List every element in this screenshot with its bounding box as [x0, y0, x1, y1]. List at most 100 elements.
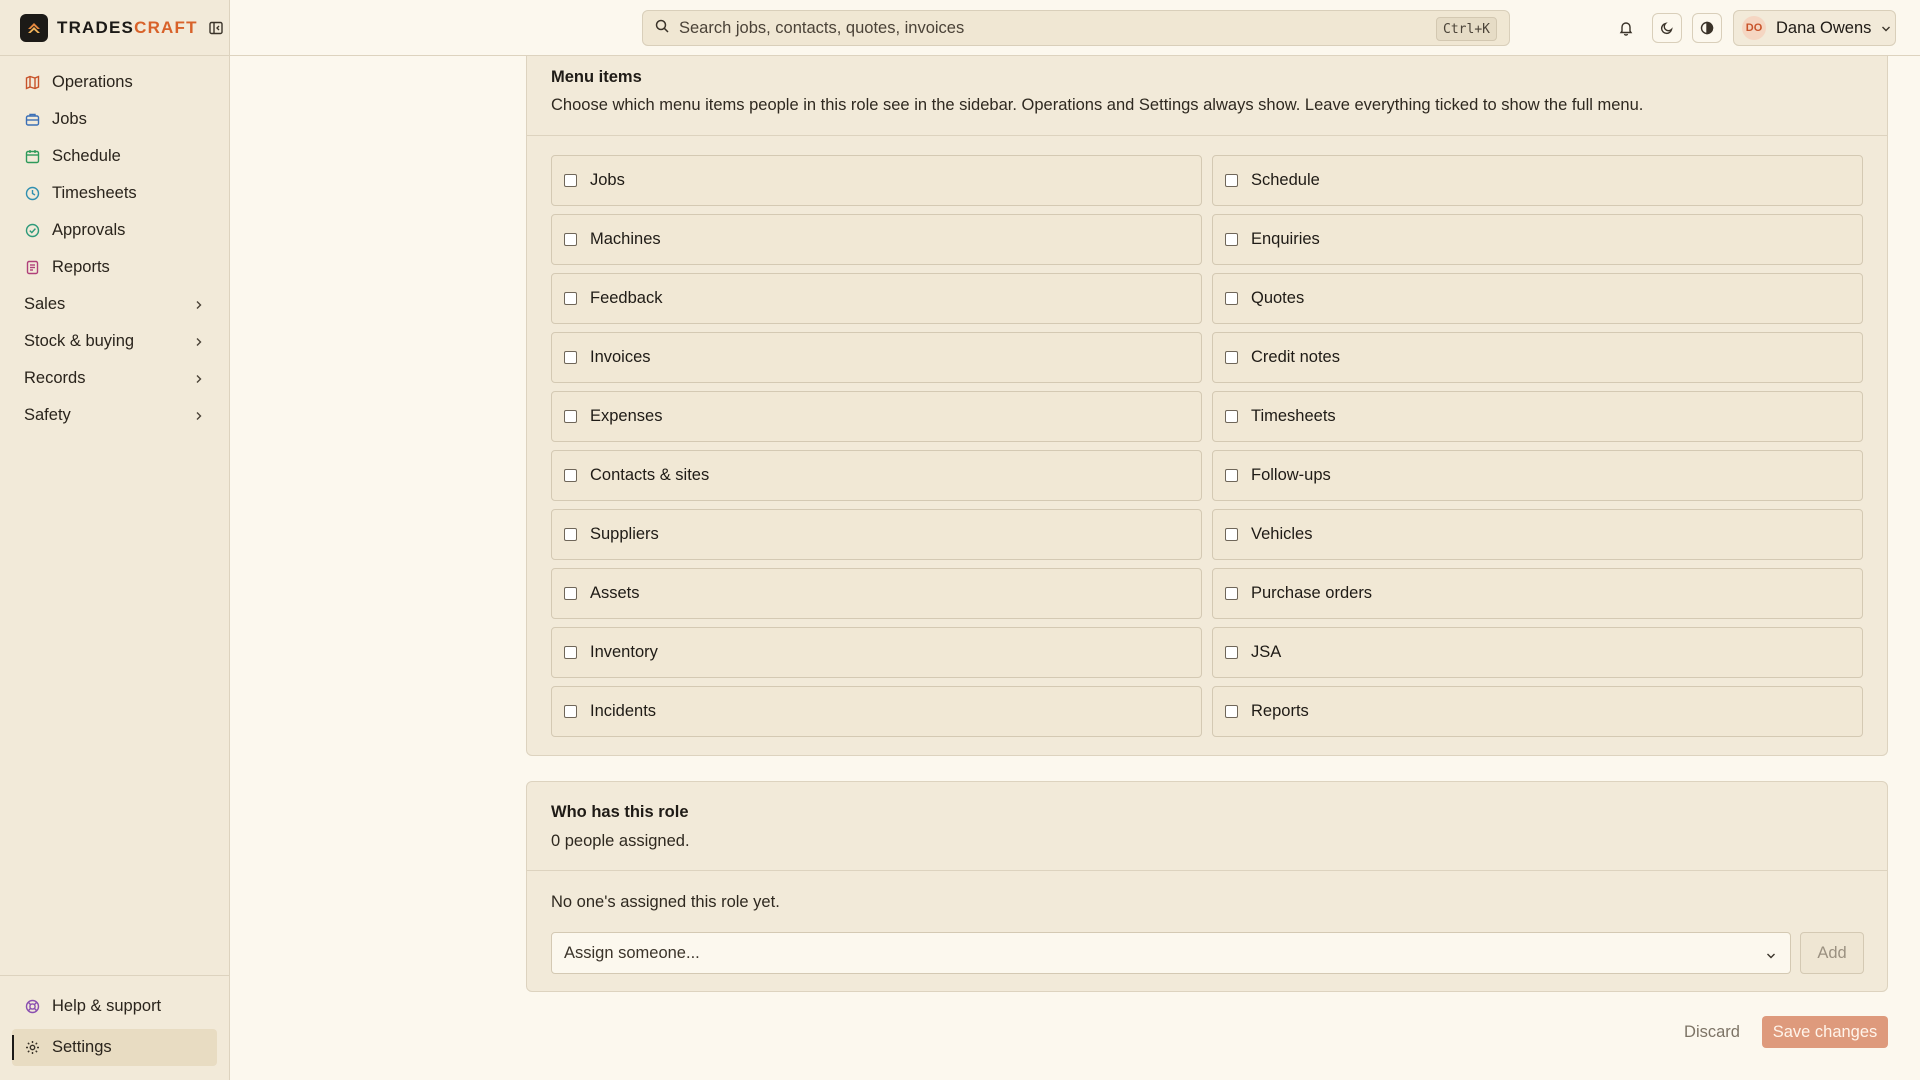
sidebar-item-settings[interactable]: Settings [12, 1029, 217, 1066]
checkbox[interactable] [564, 705, 577, 718]
menu-option-expenses[interactable]: Expenses [551, 391, 1202, 442]
option-label: Timesheets [1251, 407, 1336, 425]
checkbox[interactable] [564, 469, 577, 482]
sidebar-group-label: Sales [24, 295, 66, 313]
option-label: Follow-ups [1251, 466, 1331, 484]
option-label: Vehicles [1251, 525, 1313, 543]
option-label: Feedback [590, 289, 663, 307]
checkbox[interactable] [1225, 351, 1238, 364]
checkbox[interactable] [564, 646, 577, 659]
menu-items-header: Menu items Choose which menu items peopl… [527, 56, 1887, 136]
checkbox[interactable] [1225, 410, 1238, 423]
sidebar-item-label: Timesheets [52, 184, 137, 202]
sidebar-item-label: Settings [52, 1038, 112, 1056]
menu-option-follow-ups[interactable]: Follow-ups [1212, 450, 1863, 501]
menu-option-quotes[interactable]: Quotes [1212, 273, 1863, 324]
checkbox[interactable] [564, 174, 577, 187]
option-label: Incidents [590, 702, 657, 720]
menu-option-credit-notes[interactable]: Credit notes [1212, 332, 1863, 383]
option-label: Inventory [590, 643, 658, 661]
sidebar-group-safety[interactable]: Safety [0, 397, 229, 434]
checkbox[interactable] [1225, 469, 1238, 482]
option-label: Purchase orders [1251, 584, 1373, 602]
menu-option-vehicles[interactable]: Vehicles [1212, 509, 1863, 560]
report-icon [24, 260, 40, 276]
menu-option-purchase-orders[interactable]: Purchase orders [1212, 568, 1863, 619]
menu-option-reports[interactable]: Reports [1212, 686, 1863, 737]
checkbox[interactable] [564, 292, 577, 305]
map-icon [24, 75, 40, 91]
option-label: Reports [1251, 702, 1309, 720]
moon-icon[interactable] [1652, 13, 1682, 43]
menu-items-grid: Jobs Schedule Machines Enquiries Feedbac… [551, 155, 1864, 737]
chevron-right-icon [195, 408, 203, 424]
search-icon [655, 18, 669, 38]
option-label: Enquiries [1251, 230, 1320, 248]
sidebar-group-sales[interactable]: Sales [0, 286, 229, 323]
search-input[interactable]: Search jobs, contacts, quotes, invoices … [642, 10, 1510, 46]
menu-option-timesheets[interactable]: Timesheets [1212, 391, 1863, 442]
sidebar-item-timesheets[interactable]: Timesheets [0, 175, 229, 212]
menu-option-contacts-sites[interactable]: Contacts & sites [551, 450, 1202, 501]
menu-option-assets[interactable]: Assets [551, 568, 1202, 619]
sidebar-item-schedule[interactable]: Schedule [0, 138, 229, 175]
menu-option-invoices[interactable]: Invoices [551, 332, 1202, 383]
menu-option-inventory[interactable]: Inventory [551, 627, 1202, 678]
sidebar-item-label: Schedule [52, 147, 121, 165]
sidebar-group-label: Stock & buying [24, 332, 135, 350]
check-circle-icon [24, 223, 40, 239]
chevron-right-icon [195, 371, 203, 387]
checkbox[interactable] [564, 233, 577, 246]
role-members-card: Who has this role 0 people assigned. No … [526, 781, 1888, 992]
assign-someone-select[interactable]: Assign someone... [551, 932, 1791, 974]
checkbox[interactable] [1225, 233, 1238, 246]
sidebar-item-label: Reports [52, 258, 110, 276]
menu-option-suppliers[interactable]: Suppliers [551, 509, 1202, 560]
sidebar-item-label: Approvals [52, 221, 126, 239]
user-menu-button[interactable]: DO Dana Owens [1733, 10, 1896, 46]
checkbox[interactable] [564, 410, 577, 423]
save-changes-button[interactable]: Save changes [1762, 1016, 1888, 1048]
menu-option-schedule[interactable]: Schedule [1212, 155, 1863, 206]
calendar-icon [24, 149, 40, 165]
checkbox[interactable] [1225, 174, 1238, 187]
discard-button[interactable]: Discard [1680, 1020, 1744, 1044]
gear-icon [24, 1040, 40, 1056]
option-label: Invoices [590, 348, 651, 366]
contrast-icon[interactable] [1692, 13, 1722, 43]
sidebar-item-operations[interactable]: Operations [0, 64, 229, 101]
sidebar: TRADESCRAFT Operations Jobs Schedule Tim… [0, 0, 230, 1080]
sidebar-item-reports[interactable]: Reports [0, 249, 229, 286]
checkbox[interactable] [564, 528, 577, 541]
checkbox[interactable] [1225, 646, 1238, 659]
chevron-down-icon [1766, 946, 1776, 965]
checkbox[interactable] [1225, 705, 1238, 718]
checkbox[interactable] [564, 351, 577, 364]
option-label: Jobs [590, 171, 625, 189]
checkbox[interactable] [1225, 528, 1238, 541]
sidebar-group-stock-buying[interactable]: Stock & buying [0, 323, 229, 360]
sidebar-item-jobs[interactable]: Jobs [0, 101, 229, 138]
sidebar-item-help-support[interactable]: Help & support [12, 988, 217, 1025]
sidebar-item-approvals[interactable]: Approvals [0, 212, 229, 249]
option-label: Suppliers [590, 525, 659, 543]
sidebar-group-records[interactable]: Records [0, 360, 229, 397]
menu-option-incidents[interactable]: Incidents [551, 686, 1202, 737]
add-button[interactable]: Add [1800, 932, 1864, 974]
menu-option-feedback[interactable]: Feedback [551, 273, 1202, 324]
brand-logo-icon [20, 13, 48, 42]
menu-option-machines[interactable]: Machines [551, 214, 1202, 265]
bell-icon[interactable] [1611, 13, 1641, 43]
sidebar-item-label: Operations [52, 73, 133, 91]
checkbox[interactable] [1225, 587, 1238, 600]
menu-option-jsa[interactable]: JSA [1212, 627, 1863, 678]
menu-items-title: Menu items [551, 68, 642, 86]
lifebuoy-icon [24, 999, 40, 1015]
sidebar-collapse-icon[interactable] [207, 19, 225, 37]
checkbox[interactable] [564, 587, 577, 600]
brand-name: TRADESCRAFT [57, 17, 198, 37]
checkbox[interactable] [1225, 292, 1238, 305]
role-members-title: Who has this role [551, 803, 689, 821]
menu-option-jobs[interactable]: Jobs [551, 155, 1202, 206]
menu-option-enquiries[interactable]: Enquiries [1212, 214, 1863, 265]
